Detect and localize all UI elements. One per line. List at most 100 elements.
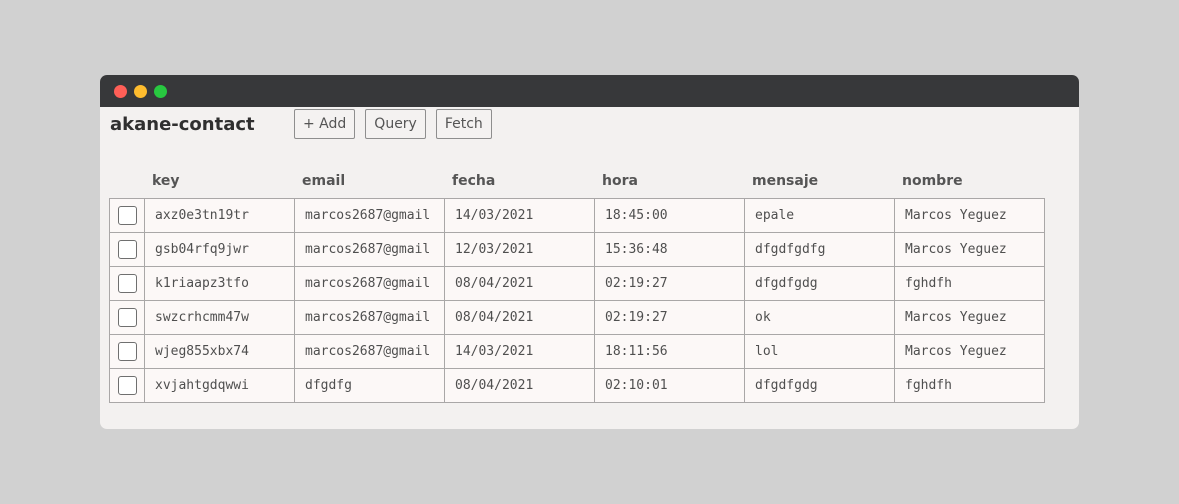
table-header: key email fecha hora mensaje nombre	[110, 170, 1045, 192]
cell-key[interactable]: axz0e3tn19tr	[144, 198, 295, 233]
maximize-window-icon[interactable]	[154, 85, 167, 98]
column-header-nombre[interactable]: nombre	[895, 170, 1045, 192]
cell-email-value: marcos2687@gmail	[305, 344, 431, 359]
cell-fecha-value: 12/03/2021	[455, 242, 534, 257]
cell-email[interactable]: dfgdfg	[294, 368, 445, 403]
row-checkbox[interactable]	[117, 240, 137, 259]
cell-mensaje-value: lol	[755, 344, 779, 359]
header-checkbox-spacer	[110, 170, 145, 192]
row-checkbox[interactable]	[117, 274, 137, 293]
minimize-window-icon[interactable]	[134, 85, 147, 98]
cell-hora[interactable]: 02:19:27	[594, 266, 745, 301]
cell-email[interactable]: marcos2687@gmail	[294, 232, 445, 267]
cell-fecha-value: 14/03/2021	[455, 344, 534, 359]
cell-nombre[interactable]: Marcos Yeguez	[894, 198, 1045, 233]
window-titlebar	[100, 75, 1079, 107]
cell-hora-value: 18:11:56	[605, 344, 668, 359]
cell-key-value: wjeg855xbx74	[155, 344, 249, 359]
cell-nombre-value: Marcos Yeguez	[905, 310, 1007, 325]
table-row[interactable]: k1riaapz3tfo marcos2687@gmail 08/04/2021 02…	[109, 266, 1045, 301]
cell-fecha[interactable]: 14/03/2021	[444, 334, 595, 369]
fetch-button[interactable]: Fetch	[435, 109, 492, 139]
cell-key[interactable]: xvjahtgdqwwi	[144, 368, 295, 403]
cell-nombre[interactable]: fghdfh	[894, 368, 1045, 403]
toolbar: + Add Query Fetch	[294, 109, 502, 139]
row-checkbox[interactable]	[117, 376, 137, 395]
cell-key-value: gsb04rfq9jwr	[155, 242, 249, 257]
cell-nombre[interactable]: fghdfh	[894, 266, 1045, 301]
row-checkbox-cell	[109, 266, 145, 301]
row-checkbox[interactable]	[117, 206, 137, 225]
row-checkbox[interactable]	[117, 342, 137, 361]
cell-mensaje-value: dfgdfgdg	[755, 378, 818, 393]
cell-email[interactable]: marcos2687@gmail	[294, 266, 445, 301]
cell-key[interactable]: wjeg855xbx74	[144, 334, 295, 369]
column-header-hora[interactable]: hora	[595, 170, 745, 192]
cell-nombre[interactable]: Marcos Yeguez	[894, 334, 1045, 369]
cell-nombre-value: fghdfh	[905, 378, 952, 393]
cell-key-value: k1riaapz3tfo	[155, 276, 249, 291]
cell-hora[interactable]: 15:36:48	[594, 232, 745, 267]
contacts-table-body: axz0e3tn19tr marcos2687@gmail 14/03/2021 18…	[109, 198, 1045, 403]
cell-mensaje-value: dfgdfgdg	[755, 276, 818, 291]
cell-email[interactable]: marcos2687@gmail	[294, 300, 445, 335]
cell-fecha[interactable]: 08/04/2021	[444, 266, 595, 301]
cell-nombre-value: Marcos Yeguez	[905, 344, 1007, 359]
cell-mensaje-value: ok	[755, 310, 771, 325]
cell-nombre[interactable]: Marcos Yeguez	[894, 300, 1045, 335]
app-window: akane-contact + Add Query Fetch key emai…	[100, 75, 1079, 429]
row-checkbox-cell	[109, 368, 145, 403]
cell-mensaje-value: dfgdfgdfg	[755, 242, 826, 257]
column-header-email[interactable]: email	[295, 170, 445, 192]
cell-fecha[interactable]: 12/03/2021	[444, 232, 595, 267]
query-button[interactable]: Query	[365, 109, 426, 139]
cell-hora[interactable]: 02:10:01	[594, 368, 745, 403]
column-header-key[interactable]: key	[145, 170, 295, 192]
cell-email-value: marcos2687@gmail	[305, 276, 431, 291]
row-checkbox[interactable]	[117, 308, 137, 327]
cell-fecha-value: 08/04/2021	[455, 310, 534, 325]
table-row[interactable]: xvjahtgdqwwi dfgdfg 08/04/2021 02:10:01 dfgd…	[109, 368, 1045, 403]
cell-key[interactable]: gsb04rfq9jwr	[144, 232, 295, 267]
cell-fecha-value: 08/04/2021	[455, 276, 534, 291]
table-row[interactable]: axz0e3tn19tr marcos2687@gmail 14/03/2021 18…	[109, 198, 1045, 233]
cell-email[interactable]: marcos2687@gmail	[294, 334, 445, 369]
cell-email-value: marcos2687@gmail	[305, 310, 431, 325]
cell-hora[interactable]: 02:19:27	[594, 300, 745, 335]
add-button[interactable]: + Add	[294, 109, 356, 139]
app-title: akane-contact	[110, 114, 255, 135]
cell-hora[interactable]: 18:45:00	[594, 198, 745, 233]
table-row[interactable]: wjeg855xbx74 marcos2687@gmail 14/03/2021 18…	[109, 334, 1045, 369]
close-window-icon[interactable]	[114, 85, 127, 98]
cell-key-value: axz0e3tn19tr	[155, 208, 249, 223]
cell-fecha-value: 14/03/2021	[455, 208, 534, 223]
cell-hora-value: 18:45:00	[605, 208, 668, 223]
cell-mensaje[interactable]: lol	[744, 334, 895, 369]
cell-mensaje[interactable]: epale	[744, 198, 895, 233]
cell-mensaje[interactable]: dfgdfgdfg	[744, 232, 895, 267]
column-header-fecha[interactable]: fecha	[445, 170, 595, 192]
cell-key[interactable]: swzcrhcmm47w	[144, 300, 295, 335]
cell-fecha[interactable]: 08/04/2021	[444, 300, 595, 335]
row-checkbox-cell	[109, 334, 145, 369]
cell-fecha[interactable]: 14/03/2021	[444, 198, 595, 233]
cell-email[interactable]: marcos2687@gmail	[294, 198, 445, 233]
table-row[interactable]: swzcrhcmm47w marcos2687@gmail 08/04/2021 02…	[109, 300, 1045, 335]
cell-mensaje[interactable]: dfgdfgdg	[744, 266, 895, 301]
cell-key-value: xvjahtgdqwwi	[155, 378, 249, 393]
row-checkbox-cell	[109, 300, 145, 335]
cell-hora[interactable]: 18:11:56	[594, 334, 745, 369]
cell-mensaje[interactable]: ok	[744, 300, 895, 335]
cell-email-value: marcos2687@gmail	[305, 208, 431, 223]
cell-fecha[interactable]: 08/04/2021	[444, 368, 595, 403]
cell-mensaje[interactable]: dfgdfgdg	[744, 368, 895, 403]
row-checkbox-cell	[109, 232, 145, 267]
cell-nombre[interactable]: Marcos Yeguez	[894, 232, 1045, 267]
cell-key[interactable]: k1riaapz3tfo	[144, 266, 295, 301]
cell-nombre-value: Marcos Yeguez	[905, 242, 1007, 257]
cell-hora-value: 02:19:27	[605, 310, 668, 325]
column-header-mensaje[interactable]: mensaje	[745, 170, 895, 192]
cell-fecha-value: 08/04/2021	[455, 378, 534, 393]
table-row[interactable]: gsb04rfq9jwr marcos2687@gmail 12/03/2021 15…	[109, 232, 1045, 267]
cell-nombre-value: Marcos Yeguez	[905, 208, 1007, 223]
